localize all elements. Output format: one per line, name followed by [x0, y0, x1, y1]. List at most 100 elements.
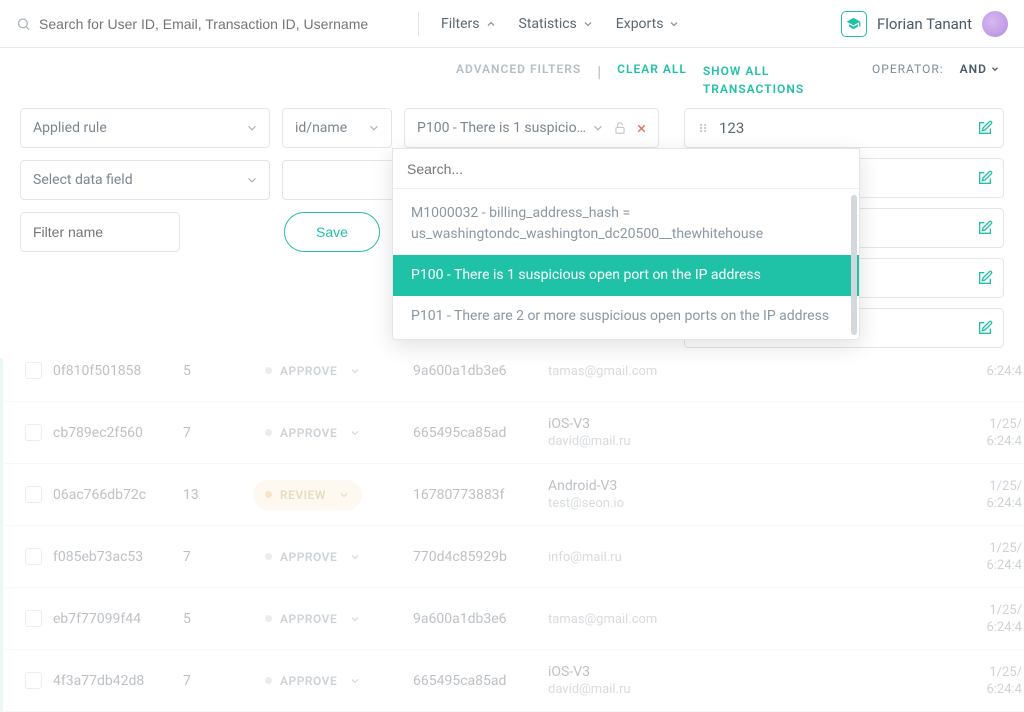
applied-rule-label: Applied rule [33, 120, 107, 136]
rule-dropdown-list[interactable]: M1000032 - billing_address_hash = us_was… [393, 189, 859, 339]
row-checkbox[interactable] [13, 486, 53, 503]
chevron-down-icon [668, 18, 680, 30]
rule-dropdown: M1000032 - billing_address_hash = us_was… [392, 148, 860, 340]
table-row[interactable]: 06ac766db72c 13 REVIEW 16780773883f Andr… [0, 464, 1024, 526]
cell-count: 7 [183, 425, 253, 441]
edit-icon[interactable] [977, 120, 993, 136]
rule-value-text: P100 - There is 1 suspicious [417, 120, 591, 136]
edit-icon[interactable] [977, 270, 993, 286]
edit-icon[interactable] [977, 170, 993, 186]
cell-status[interactable]: APPROVE [253, 418, 413, 448]
table-row[interactable]: cb789ec2f560 7 APPROVE 665495ca85ad iOS-… [0, 402, 1024, 464]
rule-value-select[interactable]: P100 - There is 1 suspicious [404, 108, 659, 148]
edit-icon[interactable] [977, 320, 993, 336]
filter-links-row: ADVANCED FILTERS | CLEAR ALL SHOW ALL TR… [20, 62, 1004, 98]
cell-date: 1/25/6:24:4 [878, 665, 1024, 697]
search-icon [16, 16, 31, 32]
saved-filter-item[interactable]: 123 [684, 108, 1004, 148]
select-data-field-label: Select data field [33, 172, 133, 188]
education-icon[interactable] [841, 11, 867, 37]
cell-count: 13 [183, 487, 253, 503]
global-search-input[interactable] [39, 16, 396, 32]
chevron-down-icon [990, 64, 1000, 74]
row-checkbox[interactable] [13, 548, 53, 565]
save-button[interactable]: Save [284, 212, 380, 252]
table-row[interactable]: 4f3a77db42d8 7 APPROVE 665495ca85ad iOS-… [0, 650, 1024, 712]
table-row[interactable]: f085eb73ac53 7 APPROVE 770d4c85929b info… [0, 526, 1024, 588]
exports-menu-label: Exports [616, 16, 664, 32]
cell-count: 5 [183, 363, 253, 379]
topbar: Filters Statistics Exports Florian Tanan… [0, 0, 1024, 48]
drag-handle-icon[interactable] [697, 122, 709, 134]
cell-hash: 770d4c85929b [413, 549, 548, 565]
divider [418, 12, 419, 36]
cell-date: 1/25/6:24:4 [878, 603, 1024, 635]
clear-all-link[interactable]: CLEAR ALL [617, 62, 687, 76]
select-data-field[interactable]: Select data field [20, 160, 270, 200]
idname-select[interactable]: id/name [282, 108, 392, 148]
cell-id: cb789ec2f560 [53, 425, 183, 441]
cell-hash: 9a600a1db3e6 [413, 363, 548, 379]
cell-id: 06ac766db72c [53, 487, 183, 503]
cell-status[interactable]: APPROVE [253, 356, 413, 386]
rule-option[interactable]: M1000032 - billing_address_hash = us_was… [393, 193, 859, 255]
cell-count: 5 [183, 611, 253, 627]
search-wrap [16, 16, 396, 32]
edit-icon[interactable] [977, 220, 993, 236]
row-checkbox[interactable] [13, 672, 53, 689]
separator: | [597, 62, 601, 81]
cell-meta: info@mail.ru [548, 548, 878, 565]
operator-value-text: AND [960, 62, 987, 76]
rule-option-selected[interactable]: P100 - There is 1 suspicious open port o… [393, 255, 859, 296]
advanced-filters-link[interactable]: ADVANCED FILTERS [456, 62, 581, 76]
cell-meta: tamas@gmail.com [548, 362, 878, 379]
statistics-menu-label: Statistics [519, 16, 577, 32]
filters-menu-label: Filters [441, 16, 480, 32]
operator-label: OPERATOR: [872, 62, 944, 76]
rule-option[interactable]: P101 - There are 2 or more suspicious op… [393, 296, 859, 337]
saved-filter-label: 123 [719, 119, 744, 137]
cell-hash: 16780773883f [413, 487, 548, 503]
show-all-transactions-link[interactable]: SHOW ALL TRANSACTIONS [703, 62, 823, 98]
cell-meta: tamas@gmail.com [548, 610, 878, 627]
cell-status[interactable]: REVIEW [253, 480, 413, 510]
rule-dropdown-search[interactable] [393, 149, 859, 189]
cell-id: 0f810f501858 [53, 363, 183, 379]
unlock-icon[interactable] [613, 121, 627, 135]
cell-hash: 9a600a1db3e6 [413, 611, 548, 627]
cell-meta: iOS-V3 david@mail.ru [548, 664, 878, 697]
table-row[interactable]: eb7f77099f44 5 APPROVE 9a600a1db3e6 tama… [0, 588, 1024, 650]
cell-status[interactable]: APPROVE [253, 666, 413, 696]
chevron-down-icon [591, 121, 605, 135]
row-checkbox[interactable] [13, 362, 53, 379]
cell-meta: Android-V3 test@seon.io [548, 478, 878, 511]
applied-rule-select[interactable]: Applied rule [20, 108, 270, 148]
filters-menu[interactable]: Filters [441, 16, 497, 32]
cell-id: eb7f77099f44 [53, 611, 183, 627]
close-icon[interactable] [635, 122, 648, 135]
row-checkbox[interactable] [13, 424, 53, 441]
cell-count: 7 [183, 549, 253, 565]
row-checkbox[interactable] [13, 610, 53, 627]
cell-status[interactable]: APPROVE [253, 542, 413, 572]
scrollbar[interactable] [851, 195, 857, 335]
chevron-down-icon [245, 121, 259, 135]
user-name-label: Florian Tanant [877, 15, 972, 33]
transactions-table: 0f810f501858 5 APPROVE 9a600a1db3e6 tama… [0, 328, 1024, 687]
avatar[interactable] [982, 11, 1008, 37]
cell-hash: 665495ca85ad [413, 673, 548, 689]
chevron-down-icon [582, 18, 594, 30]
exports-menu[interactable]: Exports [616, 16, 681, 32]
user-area: Florian Tanant [841, 11, 1008, 37]
idname-label: id/name [295, 120, 347, 136]
cell-date: 1/25/6:24:4 [878, 417, 1024, 449]
cell-status[interactable]: APPROVE [253, 604, 413, 634]
cell-date: 1/25/6:24:4 [878, 541, 1024, 573]
operator-value-toggle[interactable]: AND [960, 62, 1000, 76]
cell-hash: 665495ca85ad [413, 425, 548, 441]
statistics-menu[interactable]: Statistics [519, 16, 594, 32]
cell-id: f085eb73ac53 [53, 549, 183, 565]
filter-name-input[interactable] [20, 212, 180, 252]
top-links: Filters Statistics Exports [441, 16, 680, 32]
cell-date: 1/25/6:24:4 [878, 479, 1024, 511]
